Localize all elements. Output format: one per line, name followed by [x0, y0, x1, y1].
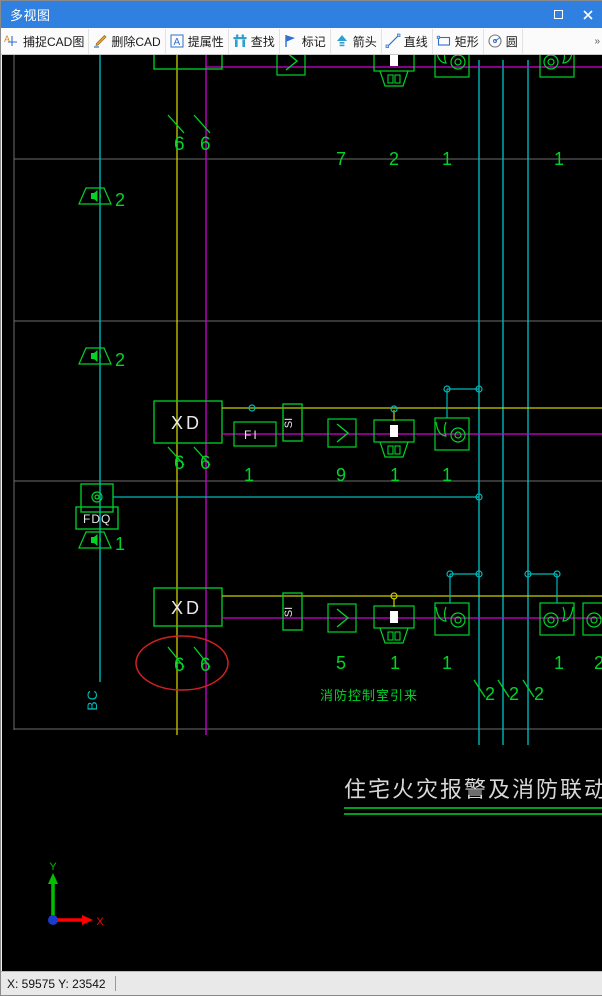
tool-capture-cad-label: 捕捉CAD图	[23, 34, 85, 49]
drawing-title: 住宅火灾报警及消防联动系统图	[344, 777, 602, 802]
circle-icon	[487, 33, 503, 49]
tool-delete-cad[interactable]: 删除CAD	[89, 28, 166, 54]
bottom-riser-count-3: 2	[534, 684, 544, 704]
rectangle-icon	[436, 33, 452, 49]
row3-count-detector-c: 2	[594, 653, 602, 673]
tool-extract-attribute[interactable]: A 提属性	[166, 28, 229, 54]
row2-si-label: SI	[283, 418, 295, 428]
tool-circle-label: 圆	[505, 34, 518, 49]
row3-count-manual: 5	[336, 653, 346, 673]
row2-xd-label: XD	[171, 413, 202, 433]
row3-xd-label: XD	[171, 598, 202, 618]
line-icon	[385, 33, 401, 49]
row1-riser-count-1: 6	[174, 134, 185, 155]
bus-label-bc: BC	[84, 689, 100, 710]
row2-count-module: 1	[390, 465, 400, 485]
tool-capture-cad[interactable]: A 捕捉CAD图	[1, 28, 90, 54]
ucs-y-label: Y	[49, 861, 57, 873]
row3-riser-count-1: 6	[174, 655, 185, 676]
row3-horn-count: 1	[115, 534, 125, 554]
row3-riser-count-2: 6	[200, 655, 211, 676]
toolbar-overflow-button[interactable]: »	[594, 36, 602, 47]
row3-count-detector-a: 1	[442, 653, 452, 673]
maximize-icon	[553, 10, 563, 19]
status-separator	[114, 976, 116, 991]
annotation-from-control-room: 消防控制室引来	[320, 688, 418, 703]
row3-count-detector-b: 1	[554, 653, 564, 673]
extract-attribute-icon: A	[169, 33, 185, 49]
bottom-riser-count-2: 2	[509, 684, 519, 704]
row3-count-module: 1	[390, 653, 400, 673]
row3-si-label: SI	[283, 607, 295, 617]
row1-count-module: 2	[389, 149, 399, 169]
tool-mark[interactable]: 标记	[280, 28, 331, 54]
row2-horn-count: 2	[115, 350, 125, 370]
tool-line[interactable]: 直线	[382, 28, 433, 54]
cad-drawing: 6 6 7 2 1 1 2 2 XD FI SI 6 6 1 9 1 1 FDQ…	[2, 55, 602, 972]
close-icon	[583, 9, 593, 20]
row2-count-detector: 1	[442, 465, 452, 485]
bottom-riser-count-1: 2	[485, 684, 495, 704]
row2-count-fi: 1	[244, 465, 254, 485]
row2-riser-count-1: 6	[174, 453, 185, 474]
row2-count-manual: 9	[336, 465, 346, 485]
title-bar: 多视图	[1, 1, 602, 28]
svg-text:A: A	[173, 37, 180, 48]
row2-fi-label: FI	[244, 428, 259, 442]
delete-cad-icon	[92, 33, 108, 49]
tool-arrow-label: 箭头	[352, 34, 377, 49]
status-bar: X: 59575 Y: 23542	[1, 971, 602, 995]
cursor-coordinates: X: 59575 Y: 23542	[7, 976, 106, 991]
capture-cad-icon: A	[4, 33, 20, 49]
row1-count-manual: 7	[336, 149, 346, 169]
tool-arrow[interactable]: 箭头	[331, 28, 382, 54]
ucs-x-label: X	[96, 916, 104, 928]
find-icon	[232, 33, 248, 49]
mark-flag-icon	[283, 33, 299, 49]
row2-fdq-label: FDQ	[83, 512, 111, 526]
cad-viewer-window: 多视图 A 捕捉CAD图 删除CAD A 提属性 查找 标记 箭头 直线 矩形 …	[0, 0, 602, 996]
tool-line-label: 直线	[403, 34, 428, 49]
arrow-up-icon	[334, 33, 350, 49]
cad-canvas[interactable]: 6 6 7 2 1 1 2 2 XD FI SI 6 6 1 9 1 1 FDQ…	[2, 55, 602, 972]
window-title: 多视图	[10, 8, 51, 23]
row2-riser-count-2: 6	[200, 453, 211, 474]
row1-count-detector-a: 1	[442, 149, 452, 169]
maximize-button[interactable]	[543, 1, 573, 28]
tool-rectangle[interactable]: 矩形	[433, 28, 484, 54]
tool-delete-cad-label: 删除CAD	[111, 34, 161, 49]
close-button[interactable]	[573, 1, 602, 28]
tool-mark-label: 标记	[301, 34, 326, 49]
tool-find[interactable]: 查找	[229, 28, 280, 54]
rowgap-horn-count: 2	[115, 190, 125, 210]
tool-rectangle-label: 矩形	[454, 34, 479, 49]
ucs-origin-dot	[48, 915, 58, 925]
tool-extract-attribute-label: 提属性	[187, 34, 224, 49]
row1-count-detector-b: 1	[554, 149, 564, 169]
toolbar: A 捕捉CAD图 删除CAD A 提属性 查找 标记 箭头 直线 矩形 圆 »	[1, 28, 602, 55]
tool-find-label: 查找	[250, 34, 275, 49]
window-buttons	[543, 1, 602, 28]
tool-circle[interactable]: 圆	[484, 28, 523, 54]
row1-riser-count-2: 6	[200, 134, 211, 155]
